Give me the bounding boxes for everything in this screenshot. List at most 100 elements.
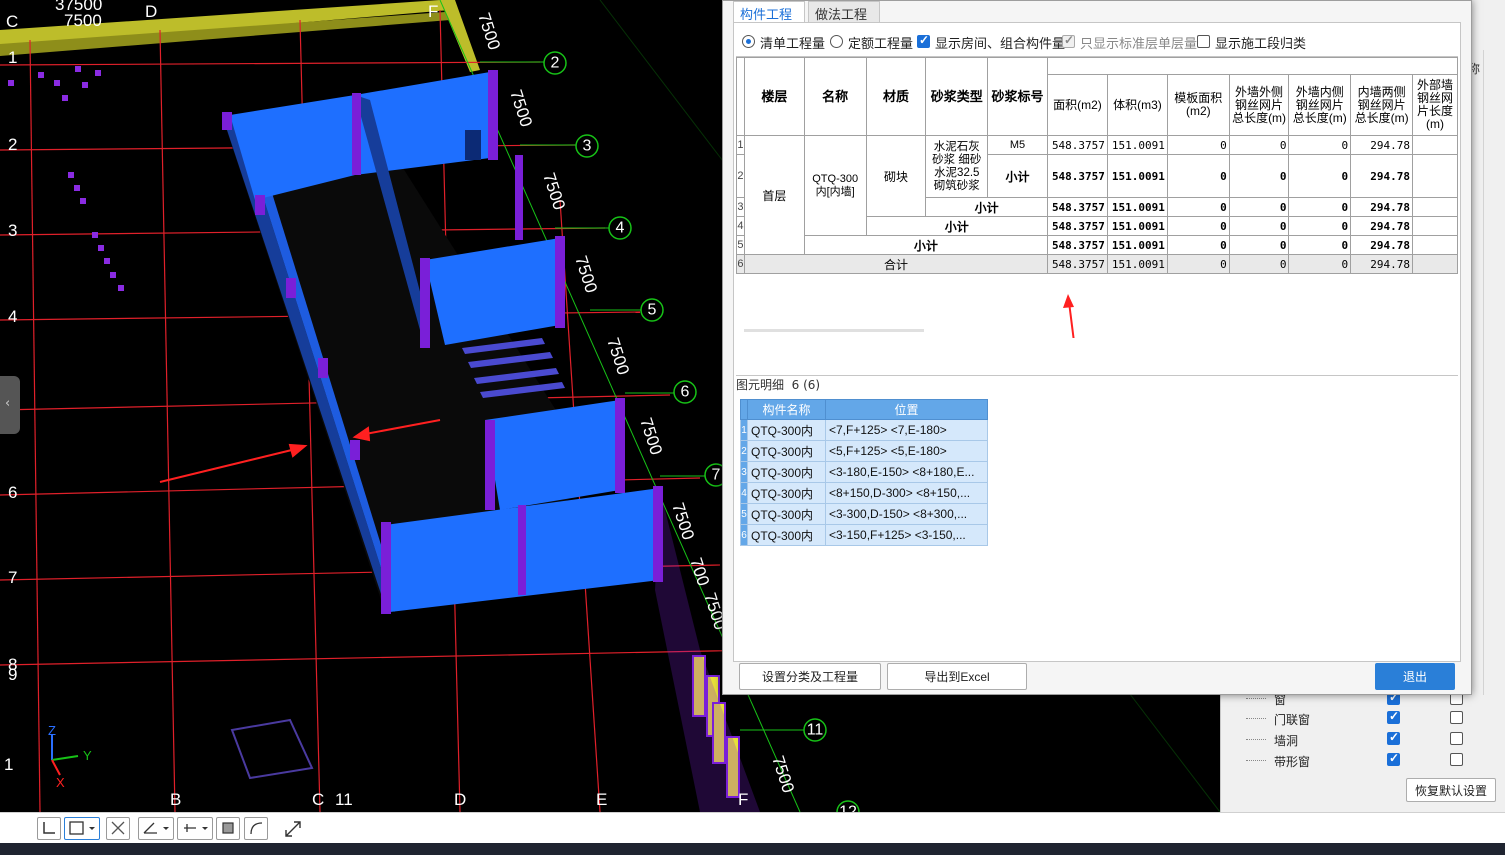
visible-checkbox[interactable] [1387, 709, 1400, 724]
checkbox-std-floor-box[interactable] [1062, 33, 1075, 48]
svg-text:700: 700 [686, 555, 713, 588]
list-item[interactable]: 2 QTQ-300内 <5,F+125> <5,E-180> [740, 440, 988, 462]
svg-text:7500: 7500 [668, 500, 698, 542]
horizontal-scrollbar[interactable] [744, 329, 924, 332]
select-checkbox[interactable] [1450, 753, 1463, 766]
svg-text:7500: 7500 [571, 253, 601, 295]
radio-dinge-dot[interactable] [830, 35, 843, 48]
floor-square [230, 718, 314, 780]
axis-label-1: 1 [8, 48, 17, 67]
checkbox-show-section-box[interactable] [1197, 35, 1210, 48]
col-component-name: 构件名称 [747, 399, 826, 420]
quantity-table: 楼层 名称 材质 砂浆类型 砂浆标号 面积(m2) 体积(m3) 模板面积(m2… [736, 57, 1458, 274]
axis-label-c: C [6, 12, 18, 31]
col-int-both-mesh: 内墙两侧钢丝网片总长度(m) [1350, 74, 1414, 136]
svg-text:11: 11 [807, 722, 824, 739]
list-item[interactable]: 6 QTQ-300内 <3-150,F+125> <3-150,... [740, 524, 988, 546]
cell-floor: 首层 [743, 135, 805, 255]
side-item-strip-window[interactable]: 带形窗 [1228, 750, 1498, 771]
axis-label-3: 3 [8, 221, 17, 240]
axis-gizmo: Z Y X [48, 723, 92, 790]
col-ext-part-mesh: 外部墙钢丝网片长度(m) [1412, 74, 1458, 136]
visible-checkbox[interactable] [1387, 751, 1400, 766]
chevron-left-icon: ‹ [5, 396, 11, 411]
export-excel-button[interactable]: 导出到Excel [887, 663, 1027, 690]
annotation-arrow [1063, 294, 1075, 338]
list-item[interactable]: 4 QTQ-300内 <8+150,D-300> <8+150,... [740, 482, 988, 504]
ortho-icon [43, 822, 55, 834]
axis-label-7: 7 [8, 568, 17, 587]
list-item[interactable]: 5 QTQ-300内 <3-300,D-150> <8+300,... [740, 503, 988, 525]
cross-icon [111, 821, 125, 835]
col-material: 材质 [865, 57, 927, 136]
axis-label-11: 11 [335, 790, 353, 809]
axis-label-1b: 1 [4, 755, 13, 774]
cell-name: QTQ-300内[内墙] [803, 135, 867, 236]
axis-label-d2: D [454, 790, 466, 809]
ortho-button[interactable] [37, 817, 61, 840]
detail-table-wrap[interactable]: 构件名称 位置 1 QTQ-300内 <7,F+125> <7,E-180> 2… [740, 399, 988, 546]
axis-label-b: B [170, 790, 181, 809]
cross-button[interactable] [106, 817, 130, 840]
tab-component-quantity[interactable]: 构件工程量 [733, 1, 805, 41]
bottom-toolbar [0, 812, 1505, 843]
offset-button[interactable] [177, 817, 213, 840]
col-name: 名称 [803, 57, 867, 136]
col-formwork: 模板面积(m2) [1166, 74, 1230, 136]
list-item[interactable]: 3 QTQ-300内 <3-180,E-150> <8+180,E... [740, 461, 988, 483]
expand-icon[interactable] [283, 819, 303, 839]
tab-content: 清单工程量 定额工程量 显示房间、组合构件量 只显示标准层单层量 显示施工段归类 [733, 22, 1461, 662]
offset-icon [184, 824, 208, 832]
select-checkbox[interactable] [1450, 711, 1463, 724]
detail-count: 6 (6) [791, 378, 821, 392]
cell-material: 砌块 [865, 135, 927, 217]
cell-mortar-grade: M5 [987, 135, 1048, 155]
quantity-table-wrap[interactable]: 楼层 名称 材质 砂浆类型 砂浆标号 面积(m2) 体积(m3) 模板面积(m2… [736, 56, 1458, 338]
arc-button[interactable] [244, 817, 268, 840]
select-checkbox[interactable] [1450, 732, 1463, 745]
col-position: 位置 [825, 399, 988, 420]
axis-label-f2: F [738, 790, 748, 809]
checkbox-show-room-box[interactable] [917, 33, 930, 48]
settings-button[interactable]: 设置分类及工程量 [739, 663, 881, 690]
side-item-door-window[interactable]: 门联窗 [1228, 708, 1498, 729]
restore-default-button[interactable]: 恢复默认设置 [1406, 778, 1496, 802]
svg-text:Y: Y [83, 748, 92, 763]
svg-text:7500: 7500 [603, 335, 633, 377]
svg-text:Z: Z [48, 723, 56, 738]
svg-text:12: 12 [839, 804, 857, 813]
table-row[interactable]: 1 首层 QTQ-300内[内墙] 砌块 水泥石灰砂浆 细砂水泥32.5砌筑砂浆… [736, 135, 1458, 255]
axis-label-6: 6 [8, 483, 17, 502]
svg-text:7500: 7500 [539, 170, 569, 212]
panel-collapse-handle[interactable]: ‹ [0, 376, 20, 434]
svg-text:2: 2 [551, 55, 560, 72]
svg-text:6: 6 [681, 384, 690, 401]
snap-button[interactable] [216, 817, 240, 840]
axis-label-2: 2 [8, 135, 17, 154]
radio-qingdan-dot[interactable] [742, 35, 755, 48]
svg-text:7500: 7500 [636, 415, 666, 457]
tab-method-quantity[interactable]: 做法工程量 [808, 1, 880, 41]
table-row[interactable]: 5 小计 548.3757 151.0091 0 0 0 294.78 [736, 235, 1458, 255]
select-mode-button[interactable] [64, 817, 100, 840]
svg-text:5: 5 [648, 302, 657, 319]
visible-checkbox[interactable] [1387, 730, 1400, 745]
taskbar [0, 843, 1505, 855]
col-mortar-type: 砂浆类型 [925, 57, 989, 136]
arc-icon [250, 822, 263, 835]
right-beam [440, 0, 480, 72]
side-item-wall-hole[interactable]: 墙洞 [1228, 729, 1498, 750]
cell-mortar-type: 水泥石灰砂浆 细砂水泥32.5砌筑砂浆 [925, 135, 989, 198]
list-item[interactable]: 1 QTQ-300内 <7,F+125> <7,E-180> [740, 419, 988, 441]
angle-button[interactable] [138, 817, 174, 840]
snap-icon [222, 822, 234, 834]
table-row-total[interactable]: 6 合计 548.3757 151.0091 0 0 0 294.78 [736, 254, 1458, 274]
col-floor: 楼层 [743, 57, 805, 136]
axis-label-4: 4 [8, 307, 17, 326]
exit-button[interactable]: 退出 [1375, 663, 1455, 690]
marker-dots [8, 66, 124, 291]
col-mortar-grade: 砂浆标号 [987, 57, 1048, 136]
svg-text:X: X [56, 775, 65, 790]
detail-table: 构件名称 位置 1 QTQ-300内 <7,F+125> <7,E-180> 2… [740, 399, 988, 546]
svg-text:7500: 7500 [768, 753, 798, 795]
